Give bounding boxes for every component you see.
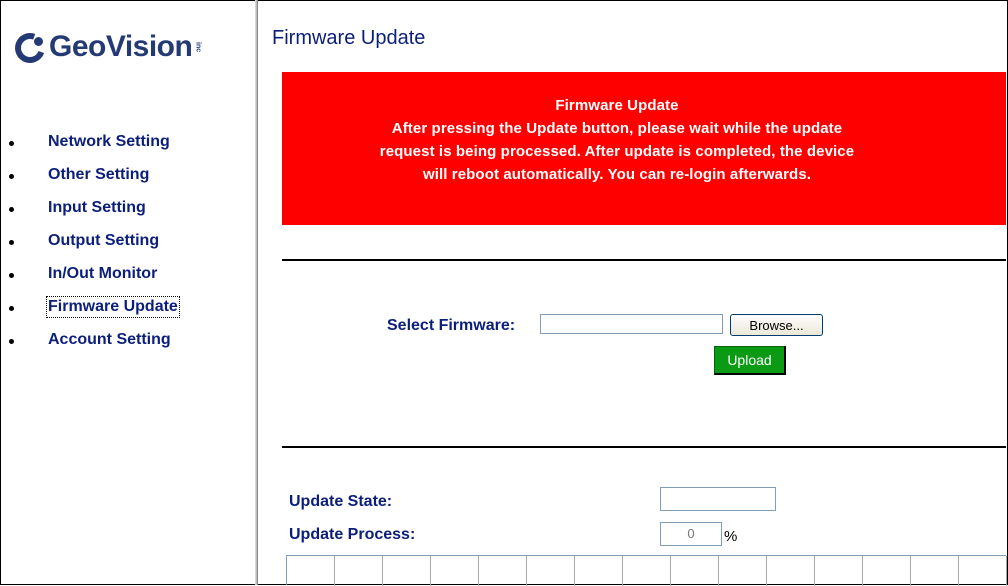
sidebar-link-output-setting[interactable]: Output Setting: [47, 231, 160, 251]
bullet-icon: [9, 240, 14, 245]
percent-sign: %: [724, 528, 738, 545]
bullet-icon: [9, 339, 14, 344]
progress-segment: [287, 556, 335, 586]
progress-segment: [479, 556, 527, 586]
sidebar-link-in-out-monitor[interactable]: In/Out Monitor: [47, 264, 158, 284]
upload-button[interactable]: Upload: [714, 346, 786, 375]
bullet-icon: [9, 141, 14, 146]
progress-segment: [527, 556, 575, 586]
notice-heading: Firmware Update: [555, 97, 679, 114]
progress-segment: [863, 556, 911, 586]
progress-segment: [671, 556, 719, 586]
sidebar-link-other-setting[interactable]: Other Setting: [47, 165, 150, 185]
bullet-icon: [9, 306, 14, 311]
update-progress-bar: [286, 555, 1007, 586]
progress-segment: [719, 556, 767, 586]
sidebar-link-network-setting[interactable]: Network Setting: [47, 132, 171, 152]
progress-segment: [815, 556, 863, 586]
bullet-icon: [9, 273, 14, 278]
browse-button[interactable]: Browse...: [730, 314, 823, 336]
geovision-logo-icon: [10, 28, 50, 68]
frame-splitter[interactable]: [255, 0, 258, 585]
sidebar-link-account-setting[interactable]: Account Setting: [47, 330, 172, 350]
firmware-file-input[interactable]: [540, 314, 723, 334]
progress-segment: [575, 556, 623, 586]
sidebar: GeoVision inc Network Setting Other Sett…: [1, 1, 252, 584]
main-content: Firmware Update Firmware Update After pr…: [262, 0, 1007, 586]
update-state-field: [660, 487, 776, 511]
progress-segment: [911, 556, 959, 586]
progress-segment: [431, 556, 479, 586]
notice-line: request is being processed. After update…: [379, 143, 855, 160]
section-divider: [282, 446, 1006, 448]
progress-segment: [383, 556, 431, 586]
progress-segment: [959, 556, 1007, 586]
update-process-label: Update Process:: [289, 526, 416, 543]
geovision-logo: GeoVision inc: [10, 27, 202, 68]
section-divider: [282, 259, 1006, 261]
bullet-icon: [9, 174, 14, 179]
progress-segment: [767, 556, 815, 586]
update-notice-banner: Firmware Update After pressing the Updat…: [282, 72, 1006, 225]
update-process-field: 0: [660, 522, 722, 546]
sidebar-link-input-setting[interactable]: Input Setting: [47, 198, 147, 218]
brand-name: GeoVision: [49, 30, 193, 63]
bullet-icon: [9, 207, 14, 212]
sidebar-link-firmware-update[interactable]: Firmware Update: [46, 296, 180, 318]
progress-segment: [335, 556, 383, 586]
notice-line: After pressing the Update button, please…: [391, 120, 843, 137]
update-state-label: Update State:: [289, 493, 393, 510]
page-title: Firmware Update: [272, 27, 426, 49]
progress-segment: [623, 556, 671, 586]
brand-suffix: inc: [194, 41, 202, 53]
notice-line: will reboot automatically. You can re-lo…: [422, 166, 812, 183]
select-firmware-label: Select Firmware:: [387, 317, 516, 334]
select-firmware-row: Select Firmware: Browse...: [262, 312, 1006, 342]
